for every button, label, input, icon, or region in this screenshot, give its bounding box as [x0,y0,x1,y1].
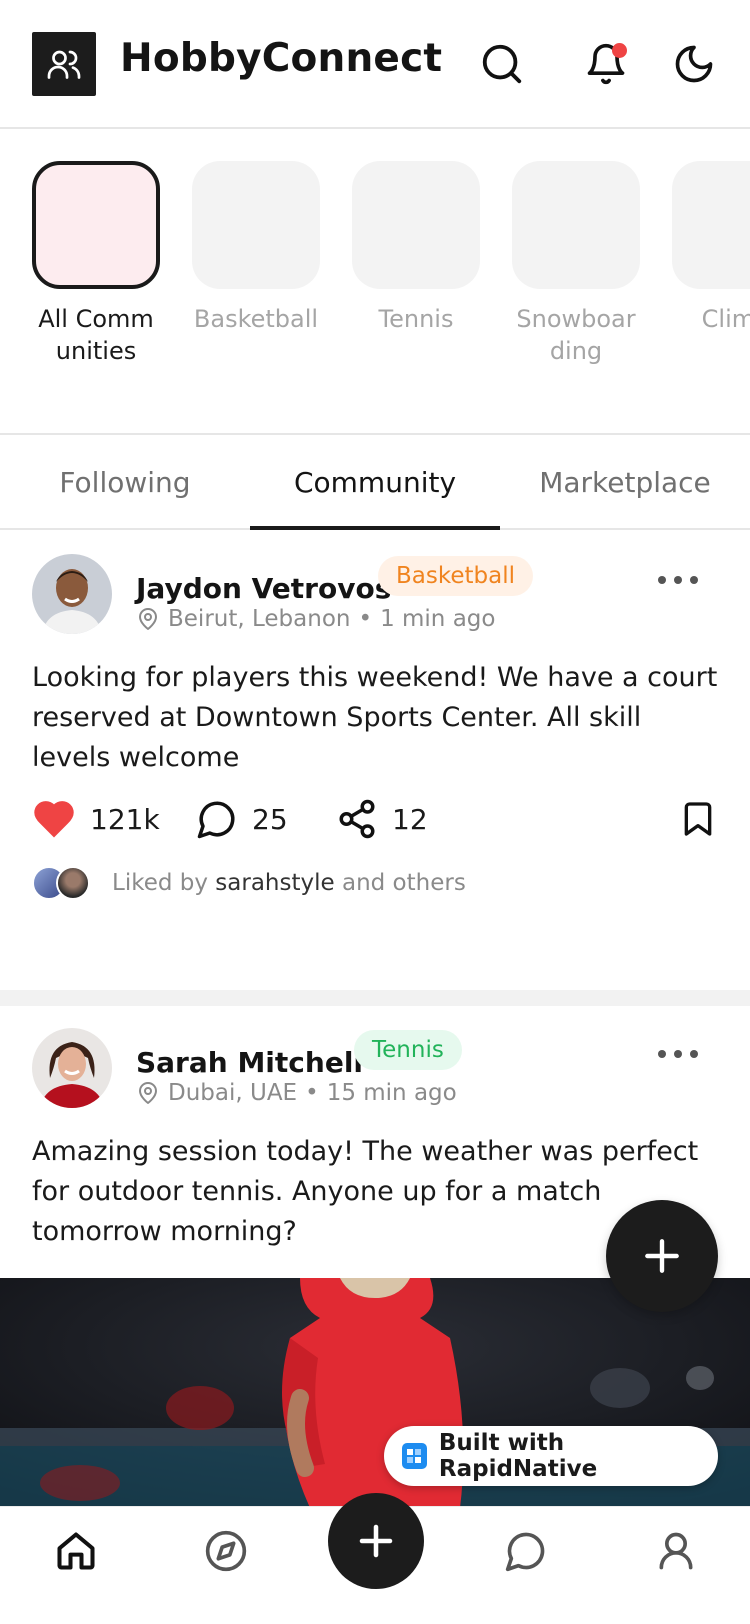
community-label: All Communities [38,305,154,365]
communities-carousel[interactable]: All Communities Basketball Tennis Snowbo… [0,131,750,435]
rapidnative-logo-icon [402,1443,427,1469]
community-thumbnail [512,161,640,289]
post-actions: 121k 25 12 [32,794,718,844]
post-card: Jaydon Vetrovos Basketball Beirut, Leban… [0,532,750,990]
liked-by-suffix: and others [341,870,466,896]
community-label: Basketball [193,305,319,333]
avatar [56,866,90,900]
tab-marketplace[interactable]: Marketplace [500,437,750,528]
share-button[interactable]: 12 [336,794,428,844]
app-logo[interactable] [32,32,96,96]
community-thumbnail [672,161,750,289]
community-thumbnail [32,161,160,289]
nav-messages[interactable] [466,1507,586,1624]
community-label: Tennis [378,305,454,333]
nav-create-button[interactable] [328,1493,424,1589]
moon-icon [675,45,713,83]
liked-by[interactable]: Liked by sarahstyle and others [32,866,466,900]
like-count: 121k [90,802,160,836]
more-options-button[interactable] [658,574,698,586]
share-icon [339,799,375,839]
built-with-badge[interactable]: Built with RapidNative [384,1426,718,1486]
location-pin-icon [139,608,157,630]
nav-profile[interactable] [616,1507,736,1624]
theme-toggle-button[interactable] [668,38,720,90]
community-label: Climb [701,305,750,333]
feed-tabs: Following Community Marketplace [0,437,750,530]
meta-separator: • [358,606,373,632]
community-thumbnail [352,161,480,289]
post-text: Looking for players this weekend! We hav… [32,662,718,773]
avatar[interactable] [32,1028,112,1108]
heart-icon [34,801,74,838]
notification-dot [612,43,627,58]
bookmark-icon [684,802,712,836]
community-label: Snowboarding [516,305,636,365]
post-time: 15 min ago [326,1080,457,1106]
post-meta: Dubai, UAE • 15 min ago [136,1080,457,1106]
search-button[interactable] [476,38,528,90]
post-time: 1 min ago [380,606,496,632]
post-author[interactable]: Jaydon Vetrovos [136,572,391,605]
plus-icon [359,1524,393,1558]
community-basketball[interactable]: Basketball [192,161,320,335]
comment-icon [197,801,235,839]
liked-by-user[interactable]: sarahstyle [215,870,334,896]
profile-icon [659,1532,693,1570]
plus-icon [645,1239,679,1273]
liked-avatars [32,866,94,900]
like-button[interactable]: 121k [32,794,160,844]
users-icon [47,50,81,79]
badge-label: Built with RapidNative [438,1430,598,1482]
post-tag[interactable]: Basketball [378,556,533,596]
notifications-button[interactable] [580,38,632,90]
create-post-fab[interactable] [606,1200,718,1312]
post-location: Dubai, UAE [168,1080,298,1106]
post-separator [0,990,750,1006]
liked-by-prefix: Liked by [112,870,208,896]
post-location: Beirut, Lebanon [168,606,351,632]
comment-count: 25 [252,802,288,836]
app-header: HobbyConnect [0,0,750,129]
community-tennis[interactable]: Tennis [352,161,480,335]
location-pin-icon [139,1082,157,1104]
post-meta: Beirut, Lebanon • 1 min ago [136,606,495,632]
nav-explore[interactable] [166,1507,286,1624]
tab-community[interactable]: Community [250,437,500,530]
community-thumbnail [192,161,320,289]
meta-separator: • [305,1080,319,1106]
tab-following[interactable]: Following [0,437,250,528]
chat-icon [505,1532,545,1572]
community-snowboarding[interactable]: Snowboarding [512,161,640,367]
search-icon [482,44,522,84]
post-author[interactable]: Sarah Mitchell [136,1046,363,1079]
home-icon [57,1532,95,1570]
share-count: 12 [392,802,428,836]
avatar[interactable] [32,554,112,634]
community-all[interactable]: All Communities [32,161,160,367]
more-options-button[interactable] [658,1048,698,1060]
post-tag[interactable]: Tennis [354,1030,462,1070]
nav-home[interactable] [16,1507,136,1624]
community-climbing[interactable]: Climb [672,161,750,335]
comment-button[interactable]: 25 [196,794,288,844]
bookmark-button[interactable] [678,798,718,844]
app-title: HobbyConnect [120,36,443,81]
compass-icon [205,1530,247,1572]
